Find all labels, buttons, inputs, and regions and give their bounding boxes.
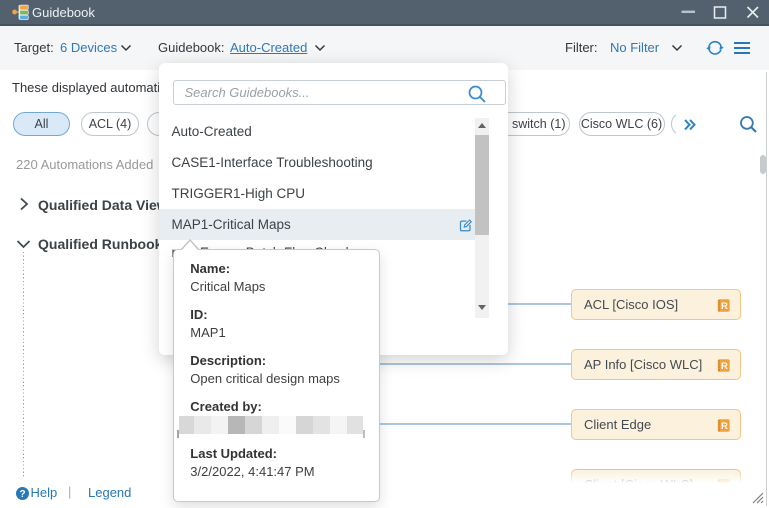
svg-text:R: R xyxy=(721,361,728,372)
svg-text:?: ? xyxy=(19,489,25,500)
svg-text:R: R xyxy=(721,301,728,312)
svg-text:R: R xyxy=(721,421,728,432)
